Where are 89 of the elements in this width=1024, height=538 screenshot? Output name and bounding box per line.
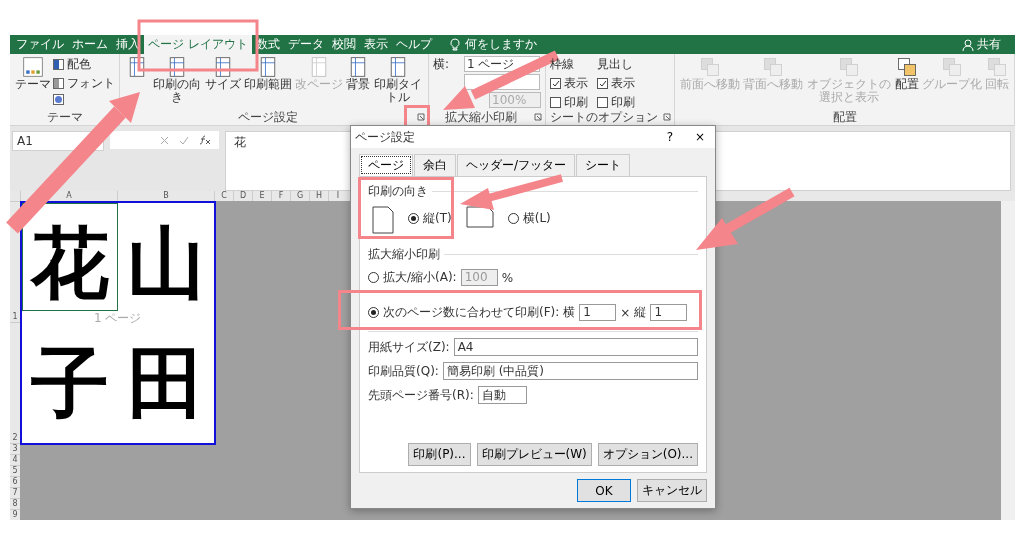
- row-header[interactable]: 7: [10, 487, 20, 498]
- swatch-icon: [53, 78, 64, 89]
- tell-me-field[interactable]: 何をしますか: [435, 35, 537, 54]
- checkbox[interactable]: 表示: [550, 75, 588, 92]
- dialog-launcher-icon[interactable]: [534, 113, 542, 121]
- arrange-button[interactable]: 配置: [894, 56, 920, 91]
- dialog-tab[interactable]: 余白: [414, 154, 456, 176]
- scale-label: 横:: [433, 56, 450, 71]
- field-label: 横: [563, 304, 576, 321]
- table-cell[interactable]: 山: [118, 215, 214, 311]
- cancel-button[interactable]: キャンセル: [637, 479, 707, 502]
- checkbox[interactable]: 印刷: [597, 94, 635, 111]
- spin-field[interactable]: 1: [579, 304, 617, 321]
- column-header[interactable]: I: [328, 191, 347, 201]
- vertical-scrollbar[interactable]: [1001, 201, 1015, 520]
- paper-size-dropdown[interactable]: A4: [453, 338, 698, 356]
- row-header[interactable]: 4: [10, 454, 20, 465]
- radio-option[interactable]: 縦(T): [408, 210, 452, 227]
- ribbon-tab[interactable]: データ: [283, 35, 328, 54]
- share-button[interactable]: 共有: [956, 35, 1015, 54]
- help-button[interactable]: ?: [655, 129, 685, 145]
- group-label: テーマ: [45, 111, 84, 125]
- field-label: 縦: [634, 304, 647, 321]
- dialog-launcher-icon[interactable]: [417, 113, 425, 121]
- ribbon-tab[interactable]: ホーム: [68, 35, 112, 54]
- column-header[interactable]: G: [290, 191, 309, 201]
- times-sign: ×: [620, 305, 631, 320]
- unit-label: %: [501, 270, 514, 285]
- first-page-field[interactable]: 自動: [477, 386, 527, 404]
- radio-option[interactable]: 拡大/縮小(A):: [368, 269, 457, 286]
- page-setup-button[interactable]: サイズ: [204, 56, 242, 91]
- page-number-label: 1 ページ: [94, 312, 142, 325]
- column-header[interactable]: D: [233, 191, 252, 201]
- ribbon-tab[interactable]: 表示: [359, 35, 392, 54]
- person-icon: [962, 38, 974, 51]
- dialog-launcher-icon[interactable]: [663, 113, 671, 121]
- dialog-tab[interactable]: ヘッダー/フッター: [457, 154, 576, 176]
- table-cell[interactable]: 花: [22, 215, 118, 311]
- spin-field[interactable]: 1: [650, 304, 688, 321]
- landscape-page-icon: [465, 206, 494, 228]
- row-header[interactable]: 5: [10, 465, 20, 476]
- checkbox[interactable]: 印刷: [550, 94, 588, 111]
- field-label: 先頭ページ番号(R):: [368, 386, 474, 404]
- radio-option[interactable]: 横(L): [507, 210, 551, 227]
- ok-button[interactable]: OK: [577, 479, 631, 502]
- ribbon-tab[interactable]: ページ レイアウト: [144, 35, 252, 54]
- page-setup-button[interactable]: 印刷タイトル: [372, 56, 424, 104]
- option-heading: 見出し: [597, 56, 634, 73]
- ribbon-tab[interactable]: ファイル: [12, 35, 68, 54]
- ribbon-tab[interactable]: 校閲: [327, 35, 360, 54]
- close-button[interactable]: ×: [685, 129, 715, 145]
- swatch-icon: [53, 59, 64, 70]
- group-label: 拡大縮小印刷: [444, 111, 518, 125]
- check-icon[interactable]: [179, 135, 189, 145]
- column-header[interactable]: E: [252, 191, 271, 201]
- column-header[interactable]: H: [309, 191, 328, 201]
- page-setup-button[interactable]: 背景: [345, 56, 371, 91]
- group-label: ページ設定: [237, 111, 299, 125]
- field-label: 用紙サイズ(Z):: [368, 338, 450, 356]
- lightbulb-icon: [449, 38, 460, 51]
- radio-option[interactable]: 次のページ数に合わせて印刷(F):: [368, 304, 560, 321]
- ribbon-tab[interactable]: ヘルプ: [391, 35, 436, 54]
- theme-option-button[interactable]: 配色: [53, 56, 115, 73]
- dialog-button[interactable]: オプション(O)...: [597, 443, 698, 466]
- row-header[interactable]: 9: [10, 509, 20, 520]
- theme-option-button[interactable]: フォント: [53, 75, 115, 92]
- row-header[interactable]: 8: [10, 498, 20, 509]
- section-heading: 拡大縮小印刷: [368, 246, 440, 263]
- function-icon[interactable]: [199, 135, 211, 145]
- theme-button[interactable]: テーマ: [14, 56, 52, 91]
- field-label: 印刷品質(Q):: [368, 362, 439, 380]
- dialog-title: ページ設定: [355, 128, 415, 146]
- group-label: シートのオプション: [550, 111, 658, 125]
- portrait-page-icon: [372, 206, 394, 234]
- page-setup-button[interactable]: 印刷の向き: [151, 56, 203, 104]
- option-heading: 枠線: [550, 56, 575, 73]
- dialog-tab[interactable]: ページ: [359, 154, 413, 176]
- row-header[interactable]: 6: [10, 476, 20, 487]
- page-setup-button[interactable]: 印刷範囲: [243, 56, 293, 91]
- print-quality-dropdown[interactable]: 簡易印刷 (中品質): [442, 362, 698, 380]
- group-label: 配置: [831, 111, 858, 125]
- table-cell[interactable]: 田: [118, 335, 214, 431]
- dialog-button[interactable]: 印刷プレビュー(W): [476, 443, 592, 466]
- effects-icon[interactable]: [53, 94, 64, 105]
- checkbox[interactable]: 表示: [597, 75, 635, 92]
- dialog-button[interactable]: 印刷(P)...: [408, 443, 471, 466]
- table-cell[interactable]: 子: [22, 335, 118, 431]
- column-header[interactable]: F: [271, 191, 290, 201]
- dialog-tab[interactable]: シート: [576, 154, 631, 176]
